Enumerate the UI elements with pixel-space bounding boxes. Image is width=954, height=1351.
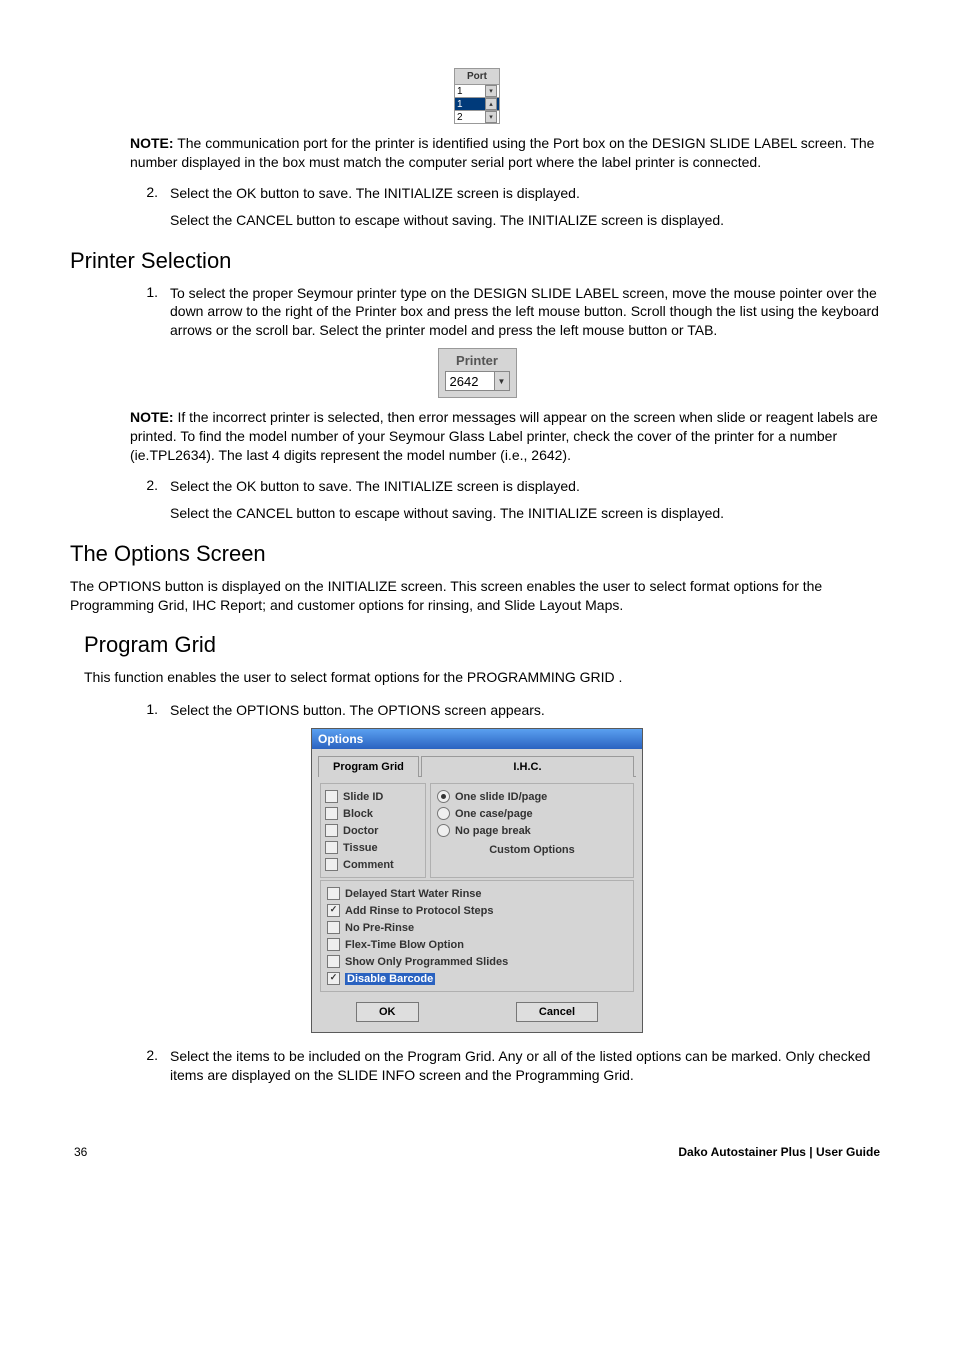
page-footer: 36 Dako Autostainer Plus | User Guide: [70, 1145, 884, 1159]
checkbox-add-rinse[interactable]: Add Rinse to Protocol Steps: [327, 902, 627, 919]
custom-options-group: Delayed Start Water Rinse Add Rinse to P…: [320, 880, 634, 992]
checkbox-slide-id[interactable]: Slide ID: [325, 788, 421, 805]
dialog-tabs: Program Grid I.H.C.: [318, 755, 636, 777]
checkbox-flex-time[interactable]: Flex-Time Blow Option: [327, 936, 627, 953]
step-a2-sub: Select the CANCEL button to escape witho…: [170, 211, 884, 230]
port-box-label: Port: [455, 69, 499, 84]
step-b1: 1. To select the proper Seymour printer …: [130, 284, 884, 341]
ok-button[interactable]: OK: [356, 1002, 419, 1022]
note-printer: NOTE: If the incorrect printer is select…: [130, 408, 884, 465]
port-box-figure: Port 1▾ 1▴ 2▾: [70, 68, 884, 124]
custom-options-label: Custom Options: [437, 841, 627, 858]
note-label: NOTE:: [130, 409, 174, 425]
checkbox-show-only-programmed[interactable]: Show Only Programmed Slides: [327, 953, 627, 970]
checkbox-icon: [327, 955, 340, 968]
checkbox-icon: [325, 790, 338, 803]
port-row-1: 1▾: [455, 84, 499, 97]
note-port: NOTE: The communication port for the pri…: [130, 134, 884, 172]
step-text: Select the items to be included on the P…: [170, 1047, 884, 1085]
step-text: To select the proper Seymour printer typ…: [170, 284, 884, 341]
printer-value-field: 2642 ▼: [445, 371, 510, 391]
page-break-radio-group: One slide ID/page One case/page No page …: [430, 783, 634, 878]
tab-program-grid[interactable]: Program Grid: [318, 756, 419, 777]
program-grid-paragraph: This function enables the user to select…: [84, 668, 884, 687]
radio-one-case[interactable]: One case/page: [437, 805, 627, 822]
step-number: 2.: [130, 477, 170, 496]
chevron-down-icon: ▼: [494, 372, 509, 390]
step-number: 1.: [130, 284, 170, 341]
options-dialog-figure: Options Program Grid I.H.C. Slide ID Blo…: [70, 728, 884, 1033]
step-c1: 1. Select the OPTIONS button. The OPTION…: [130, 701, 884, 720]
step-a2: 2. Select the OK button to save. The INI…: [130, 184, 884, 203]
checkbox-icon: [325, 841, 338, 854]
footer-brand: Dako Autostainer Plus: [678, 1145, 806, 1159]
port-row-3: 2▾: [455, 110, 499, 123]
checkbox-icon: [327, 972, 340, 985]
scroll-down-icon: ▾: [485, 111, 497, 123]
step-b2: 2. Select the OK button to save. The INI…: [130, 477, 884, 496]
step-c2: 2. Select the items to be included on th…: [130, 1047, 884, 1085]
step-number: 1.: [130, 701, 170, 720]
note-text: The communication port for the printer i…: [130, 135, 874, 170]
checkbox-doctor[interactable]: Doctor: [325, 822, 421, 839]
checkbox-icon: [327, 887, 340, 900]
step-text: Select the OK button to save. The INITIA…: [170, 184, 884, 203]
page-number: 36: [74, 1145, 87, 1159]
checkbox-icon: [325, 824, 338, 837]
footer-right: Dako Autostainer Plus | User Guide: [678, 1145, 880, 1159]
dialog-titlebar: Options: [312, 729, 642, 749]
step-text: Select the OPTIONS button. The OPTIONS s…: [170, 701, 884, 720]
cancel-button[interactable]: Cancel: [516, 1002, 598, 1022]
checkbox-disable-barcode[interactable]: Disable Barcode: [327, 970, 627, 987]
tab-ihc[interactable]: I.H.C.: [421, 756, 634, 777]
radio-icon: [437, 807, 450, 820]
checkbox-icon: [325, 807, 338, 820]
checkbox-delayed-start[interactable]: Delayed Start Water Rinse: [327, 885, 627, 902]
checkbox-icon: [327, 921, 340, 934]
options-dialog: Options Program Grid I.H.C. Slide ID Blo…: [311, 728, 643, 1033]
program-grid-checkbox-group: Slide ID Block Doctor Tissue Comment: [320, 783, 426, 878]
checkbox-block[interactable]: Block: [325, 805, 421, 822]
note-label: NOTE:: [130, 135, 174, 151]
radio-icon: [437, 824, 450, 837]
note-text: If the incorrect printer is selected, th…: [130, 409, 878, 463]
checkbox-icon: [327, 904, 340, 917]
footer-guide: | User Guide: [806, 1145, 880, 1159]
heading-printer-selection: Printer Selection: [70, 248, 884, 274]
scroll-up-icon: ▴: [485, 98, 497, 110]
heading-options-screen: The Options Screen: [70, 541, 884, 567]
checkbox-tissue[interactable]: Tissue: [325, 839, 421, 856]
radio-one-slide-id[interactable]: One slide ID/page: [437, 788, 627, 805]
checkbox-icon: [325, 858, 338, 871]
printer-box-label: Printer: [445, 353, 510, 368]
port-row-selected: 1▴: [455, 97, 499, 110]
printer-box: Printer 2642 ▼: [438, 348, 517, 398]
chevron-down-icon: ▾: [485, 85, 497, 97]
radio-no-page-break[interactable]: No page break: [437, 822, 627, 839]
step-text: Select the OK button to save. The INITIA…: [170, 477, 884, 496]
printer-box-figure: Printer 2642 ▼: [70, 348, 884, 398]
radio-icon: [437, 790, 450, 803]
options-screen-paragraph: The OPTIONS button is displayed on the I…: [70, 577, 884, 615]
printer-value: 2642: [446, 374, 494, 389]
checkbox-comment[interactable]: Comment: [325, 856, 421, 873]
heading-program-grid: Program Grid: [84, 632, 884, 658]
step-number: 2.: [130, 1047, 170, 1085]
port-box: Port 1▾ 1▴ 2▾: [454, 68, 500, 124]
step-b2-sub: Select the CANCEL button to escape witho…: [170, 504, 884, 523]
checkbox-no-pre-rinse[interactable]: No Pre-Rinse: [327, 919, 627, 936]
checkbox-icon: [327, 938, 340, 951]
step-number: 2.: [130, 184, 170, 203]
